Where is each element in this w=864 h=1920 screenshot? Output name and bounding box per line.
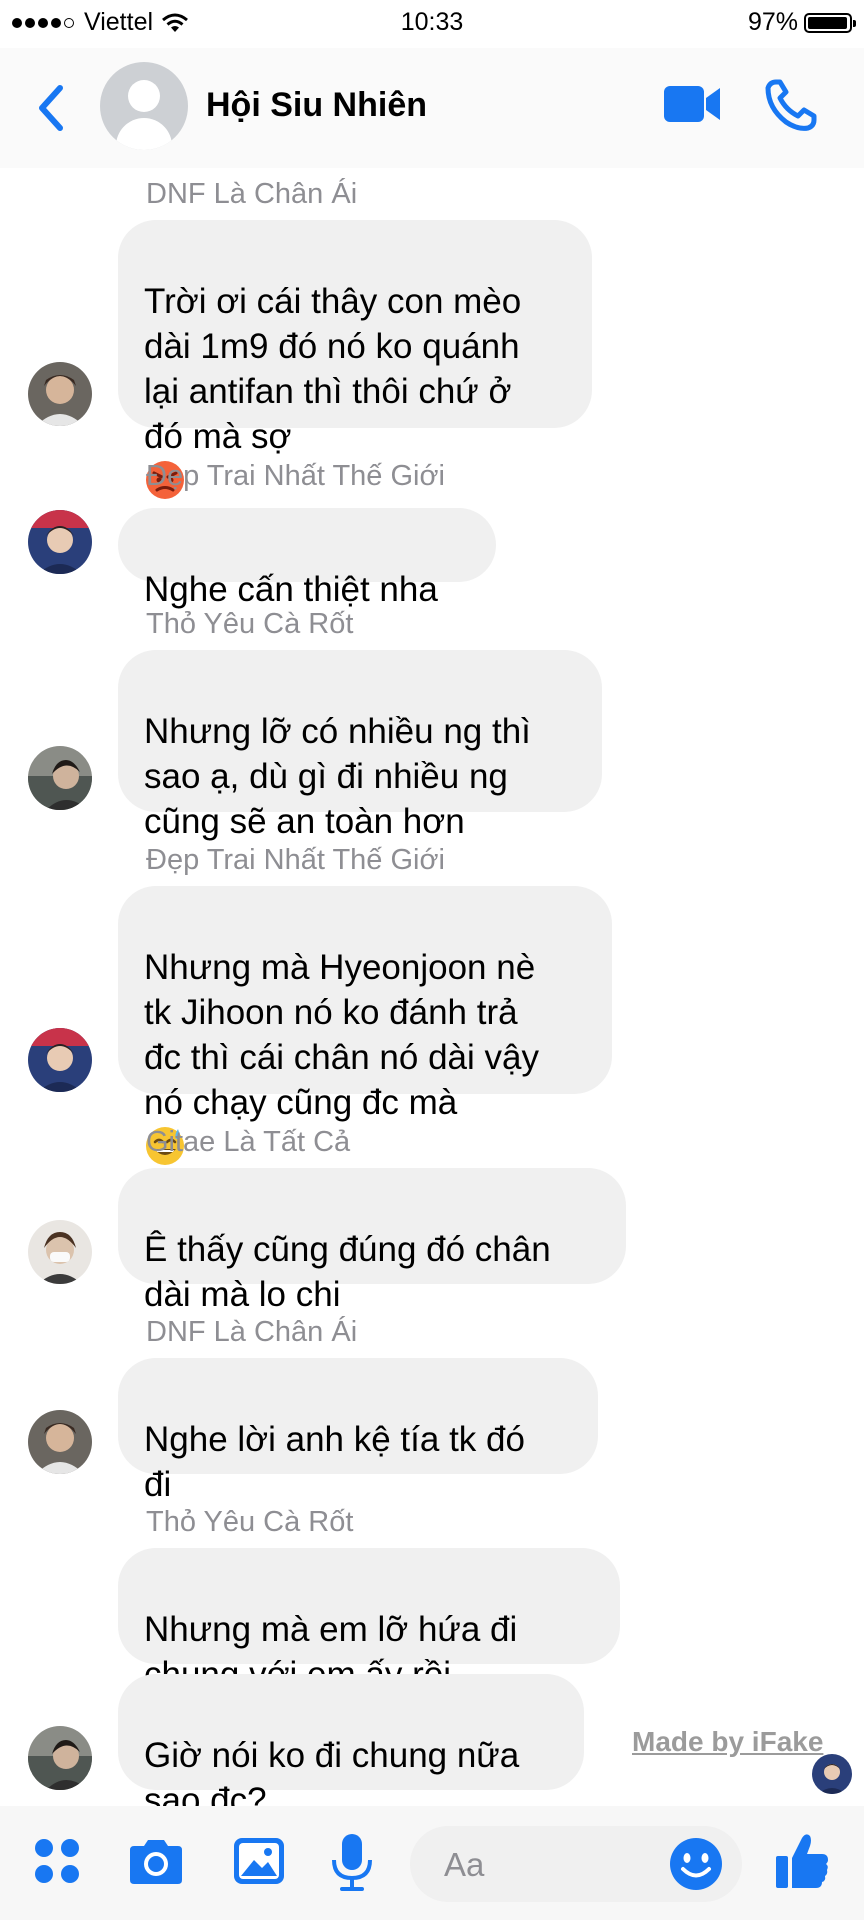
message-text: Trời ơi cái thây con mèo dài 1m9 đó nó k… — [144, 282, 522, 456]
watermark-text: Made by iFake — [632, 1726, 824, 1757]
message-bubble[interactable]: Nhưng mà em lỡ hứa đi chung với em ấy rồ… — [118, 1548, 620, 1730]
sender-avatar[interactable] — [28, 1028, 92, 1092]
clock: 10:33 — [400, 8, 464, 36]
microphone-icon[interactable] — [330, 1832, 374, 1892]
conversation-header: Hội Siu Nhiên — [0, 48, 864, 168]
message-text: Nghe cấn thiệt nha — [144, 570, 438, 609]
sender-name: Thỏ Yêu Cà Rốt — [146, 608, 354, 640]
sender-avatar[interactable] — [28, 1220, 92, 1284]
sender-name: Đẹp Trai Nhất Thế Giới — [146, 460, 445, 492]
message-text: Nghe lời anh kệ tía tk đó đi — [144, 1420, 525, 1504]
battery-status: 97% — [747, 8, 856, 37]
photo-gallery-icon[interactable] — [232, 1836, 286, 1886]
message-bubble[interactable]: Nhưng mà Hyeonjoon nè tk Jihoon nó ko đá… — [118, 886, 612, 1165]
message-text: Ê thấy cũng đúng đó chân dài mà lo chi — [144, 1230, 551, 1314]
message-input[interactable]: Aa — [410, 1826, 742, 1902]
message-list[interactable]: DNF Là Chân Ái Trời ơi cái thây con mèo … — [0, 168, 864, 1820]
back-icon[interactable] — [32, 78, 68, 138]
message-text: Nhưng lỡ có nhiều ng thì sao ạ, dù gì đi… — [144, 712, 531, 841]
sender-avatar[interactable] — [28, 746, 92, 810]
sender-avatar[interactable] — [28, 1410, 92, 1474]
sender-avatar[interactable] — [28, 1726, 92, 1790]
status-bar: Viettel 10:33 97% — [0, 0, 864, 48]
like-icon[interactable] — [774, 1832, 830, 1890]
message-composer: Aa — [0, 1806, 864, 1920]
sender-name: DNF Là Chân Ái — [146, 1316, 358, 1348]
video-call-icon[interactable] — [662, 82, 722, 126]
message-bubble[interactable]: Nghe lời anh kệ tía tk đó đi — [118, 1358, 598, 1504]
message-bubble[interactable]: Trời ơi cái thây con mèo dài 1m9 đó nó k… — [118, 220, 592, 499]
sender-avatar[interactable] — [28, 510, 92, 574]
message-text: Nhưng mà Hyeonjoon nè tk Jihoon nó ko đá… — [144, 948, 539, 1122]
sender-name: Gitae Là Tất Cả — [146, 1126, 351, 1158]
message-bubble[interactable]: Nhưng lỡ có nhiều ng thì sao ạ, dù gì đi… — [118, 650, 602, 841]
read-receipt-avatar — [812, 1754, 852, 1794]
sender-name: Thỏ Yêu Cà Rốt — [146, 1506, 354, 1538]
group-avatar[interactable] — [100, 62, 188, 150]
apps-icon[interactable] — [32, 1836, 82, 1886]
camera-icon[interactable] — [126, 1838, 186, 1886]
phone-call-icon[interactable] — [764, 78, 818, 132]
battery-percent: 97% — [747, 8, 798, 36]
sender-avatar[interactable] — [28, 362, 92, 426]
conversation-title[interactable]: Hội Siu Nhiên — [206, 86, 427, 125]
battery-icon — [804, 12, 856, 33]
message-bubble[interactable]: Giờ nói ko đi chung nữa sao đc? — [118, 1674, 584, 1820]
message-bubble[interactable]: Ê thấy cũng đúng đó chân dài mà lo chi — [118, 1168, 626, 1314]
message-bubble[interactable]: Nghe cấn thiệt nha — [118, 508, 496, 609]
message-input-placeholder: Aa — [444, 1846, 485, 1883]
sender-name: DNF Là Chân Ái — [146, 178, 358, 210]
sender-name: Đẹp Trai Nhất Thế Giới — [146, 844, 445, 876]
emoji-icon[interactable] — [668, 1836, 724, 1892]
